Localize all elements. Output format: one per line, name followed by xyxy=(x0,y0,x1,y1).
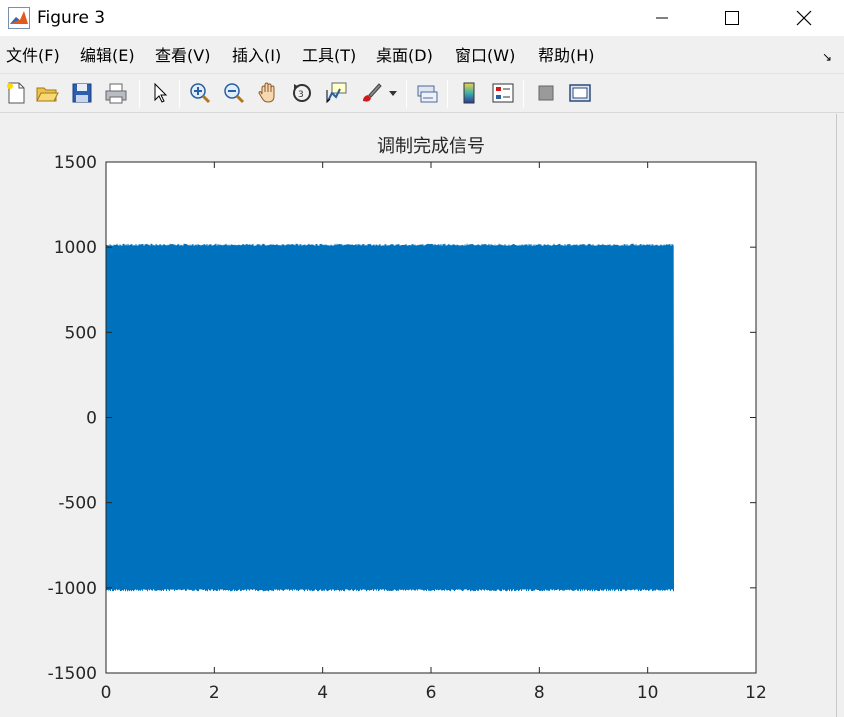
x-tick-label: 12 xyxy=(745,683,767,703)
x-tick-label: 0 xyxy=(101,683,112,703)
menu-tools[interactable]: 工具(T) xyxy=(302,45,356,67)
new-figure-icon[interactable] xyxy=(2,79,30,107)
x-tick-label: 8 xyxy=(534,683,545,703)
x-tick-label: 2 xyxy=(209,683,220,703)
plot-axes[interactable]: 0 2 4 6 8 10 12 1500 1000 500 0 -500 -1000 -1500 调制完成… xyxy=(0,114,836,717)
y-tick-label: 1000 xyxy=(54,238,97,258)
colorbar-icon[interactable] xyxy=(455,79,483,107)
minimize-button[interactable] xyxy=(626,0,698,36)
print-icon[interactable] xyxy=(102,79,130,107)
y-tick-label: 1500 xyxy=(54,153,97,173)
svg-text:3: 3 xyxy=(298,90,304,100)
toolbar-separator xyxy=(447,80,448,108)
y-tick-label: -1500 xyxy=(48,664,97,684)
toolbar-separator xyxy=(406,80,407,108)
matlab-icon xyxy=(8,7,30,29)
maximize-button[interactable] xyxy=(696,0,768,36)
menu-view[interactable]: 查看(V) xyxy=(155,45,210,67)
legend-icon[interactable] xyxy=(489,79,517,107)
y-tick-label: -500 xyxy=(58,494,97,514)
zoom-out-icon[interactable] xyxy=(220,79,248,107)
open-file-icon[interactable] xyxy=(33,79,61,107)
zoom-in-icon[interactable] xyxy=(186,79,214,107)
figure-canvas: 0 2 4 6 8 10 12 1500 1000 500 0 -500 -1000 -1500 调制完成… xyxy=(0,114,836,717)
brush-icon[interactable] xyxy=(357,79,385,107)
x-tick-label: 6 xyxy=(426,683,437,703)
dock-arrow-icon[interactable]: ↘ xyxy=(822,50,832,64)
x-tick-label: 10 xyxy=(637,683,659,703)
toolbar-separator xyxy=(179,80,180,108)
data-cursor-icon[interactable] xyxy=(322,79,350,107)
pan-hand-icon[interactable] xyxy=(254,79,282,107)
menu-file[interactable]: 文件(F) xyxy=(6,45,60,67)
signal-fill xyxy=(106,245,674,590)
toolbar-separator xyxy=(139,80,140,108)
window-title-bar: Figure 3 xyxy=(0,0,844,36)
menu-desktop[interactable]: 桌面(D) xyxy=(376,45,433,67)
window-title: Figure 3 xyxy=(37,8,106,28)
close-button[interactable] xyxy=(768,0,840,36)
pointer-arrow-icon[interactable] xyxy=(146,79,174,107)
menu-bar: 文件(F) 编辑(E) 查看(V) 插入(I) 工具(T) 桌面(D) 窗口(W… xyxy=(0,40,844,72)
y-tick-label: -1000 xyxy=(48,579,97,599)
menu-insert[interactable]: 插入(I) xyxy=(232,45,281,67)
window-right-edge xyxy=(836,114,844,717)
x-tick-label: 4 xyxy=(317,683,328,703)
brush-dropdown-icon[interactable] xyxy=(386,79,400,107)
save-icon[interactable] xyxy=(68,79,96,107)
hide-plot-tools-icon[interactable] xyxy=(532,79,560,107)
plot-title: 调制完成信号 xyxy=(377,136,485,157)
menu-help[interactable]: 帮助(H) xyxy=(538,45,595,67)
show-plot-tools-icon[interactable] xyxy=(566,79,594,107)
menu-edit[interactable]: 编辑(E) xyxy=(80,45,135,67)
toolbar-separator xyxy=(523,80,524,108)
rotate-3d-icon[interactable]: 3 xyxy=(288,79,316,107)
figure-toolbar: 3 xyxy=(0,73,844,113)
y-tick-label: 0 xyxy=(86,409,97,429)
y-tick-label: 500 xyxy=(65,323,97,343)
link-plot-icon[interactable] xyxy=(413,79,441,107)
menu-window[interactable]: 窗口(W) xyxy=(455,45,515,67)
